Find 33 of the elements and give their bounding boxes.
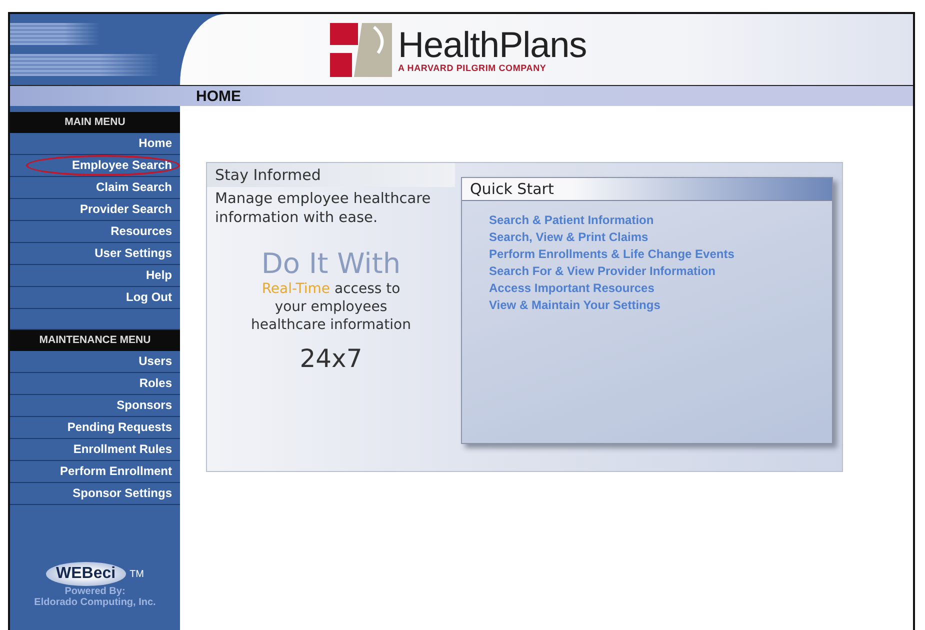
menu-item[interactable]: Log Out (10, 287, 180, 309)
tagline-text: Real-Time access to (260, 280, 402, 298)
menu-item[interactable]: Roles (10, 373, 180, 395)
company-name: Eldorado Computing, Inc. (34, 597, 156, 608)
menu-item[interactable]: Users (10, 351, 180, 373)
menu-item[interactable]: Sponsors (10, 395, 180, 417)
menu-item[interactable]: Claim Search (10, 177, 180, 199)
headline: Do It With (260, 247, 402, 280)
menu-item[interactable]: Provider Search (10, 199, 180, 221)
menu-item[interactable]: Resources (10, 221, 180, 243)
menu-item[interactable]: Employee Search (10, 155, 180, 177)
menu-item[interactable]: Help (10, 265, 180, 287)
menu-heading: MAIN MENU (10, 112, 180, 133)
page-title: HOME (196, 88, 241, 104)
menu-item[interactable]: Sponsor Settings (10, 483, 180, 505)
product-logo: WEBeci (46, 562, 126, 586)
brand-tagline: A HARVARD PILGRIM COMPANY (398, 62, 548, 72)
menu-item[interactable]: Enrollment Rules (10, 439, 180, 461)
menu-item[interactable]: Pending Requests (10, 417, 180, 439)
menu-item[interactable]: User Settings (10, 243, 180, 265)
menu-item[interactable]: Home (10, 133, 180, 155)
logo-icon (330, 22, 392, 76)
brand-name: HealthPlans (398, 26, 587, 62)
trademark: TM (130, 568, 144, 580)
quick-start-title: Quick Start (462, 178, 832, 201)
tagline-text: healthcare information (250, 316, 412, 334)
tagline-text: your employees (274, 298, 388, 316)
menu-item[interactable]: Perform Enrollment (10, 461, 180, 483)
intro-text: Manage employee healthcare information with ease. (214, 190, 432, 228)
powered-by: Powered By: (64, 586, 126, 597)
availability-text: 24x7 (298, 344, 364, 373)
panel-title: Stay Informed (207, 163, 455, 187)
menu-heading: MAINTENANCE MENU (10, 330, 180, 351)
